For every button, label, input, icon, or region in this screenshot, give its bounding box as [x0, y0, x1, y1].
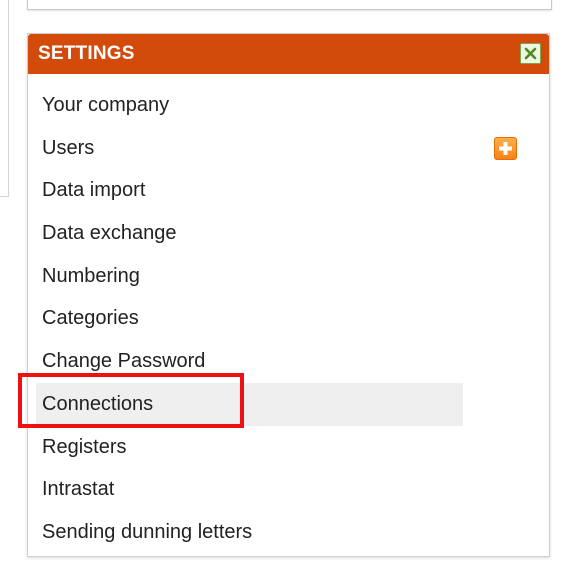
settings-item-your-company[interactable]: Your company — [28, 84, 549, 127]
settings-item-intrastat[interactable]: Intrastat — [28, 468, 549, 511]
left-panel-fragment — [0, 0, 9, 197]
settings-item-data-exchange[interactable]: Data exchange — [28, 212, 549, 255]
close-button[interactable] — [520, 43, 541, 64]
settings-item-sending-dunning-letters[interactable]: Sending dunning letters — [28, 511, 549, 554]
settings-menu: Your company Users Data import Data exch… — [28, 84, 549, 554]
settings-title: SETTINGS — [38, 43, 135, 64]
settings-item-label: Data import — [42, 179, 146, 202]
settings-item-connections[interactable]: Connections — [28, 382, 549, 426]
plus-icon — [499, 141, 512, 155]
settings-header: SETTINGS — [28, 34, 549, 74]
settings-item-label: Registers — [42, 435, 127, 458]
settings-panel: SETTINGS Your company Users Data import … — [27, 33, 550, 557]
settings-item-label: Your company — [42, 94, 170, 116]
settings-item-registers[interactable]: Registers — [28, 426, 549, 469]
top-panel-fragment — [27, 0, 552, 10]
settings-item-data-import[interactable]: Data import — [28, 169, 549, 212]
settings-item-label: Connections — [42, 392, 154, 415]
add-user-button[interactable] — [494, 136, 517, 160]
settings-item-change-password[interactable]: Change Password — [28, 340, 549, 383]
settings-item-label: Intrastat — [42, 478, 115, 501]
settings-item-users[interactable]: Users — [28, 127, 549, 170]
settings-item-label: Data exchange — [42, 222, 177, 245]
settings-item-label: Change Password — [42, 350, 206, 373]
settings-item-numbering[interactable]: Numbering — [28, 255, 549, 298]
settings-item-categories[interactable]: Categories — [28, 297, 549, 340]
settings-item-label: Users — [42, 136, 95, 159]
settings-item-label: Sending dunning letters — [42, 520, 253, 543]
settings-item-label: Categories — [42, 307, 139, 330]
close-icon — [524, 47, 537, 60]
settings-item-label: Numbering — [42, 264, 140, 287]
